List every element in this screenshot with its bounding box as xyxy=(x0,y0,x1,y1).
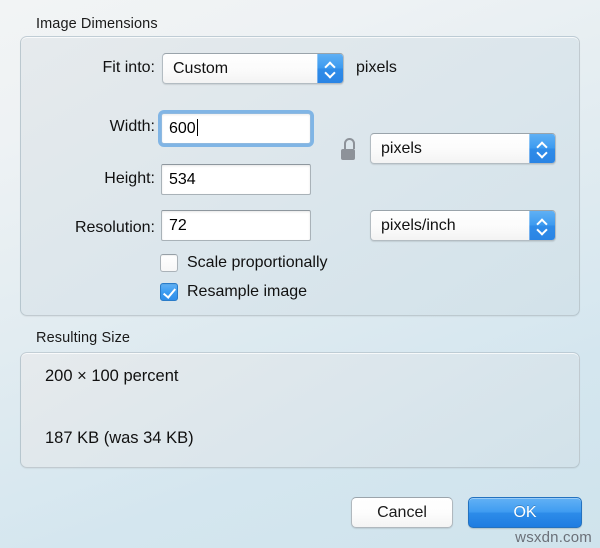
chevron-down-icon xyxy=(537,227,548,233)
padlock-shackle xyxy=(344,138,355,149)
resolution-label: Resolution: xyxy=(74,219,155,236)
height-label: Height: xyxy=(104,170,155,187)
fit-into-select[interactable]: Custom xyxy=(162,53,344,84)
width-input-value: 600 xyxy=(169,120,196,137)
resulting-percent-text: 200 × 100 percent xyxy=(45,367,179,385)
resolution-unit-stepper-arrows[interactable] xyxy=(529,211,555,240)
chevron-down-icon xyxy=(325,70,336,76)
size-unit-selected-value: pixels xyxy=(381,140,422,157)
resolution-input[interactable]: 72 xyxy=(161,210,311,241)
scale-proportionally-checkbox-row[interactable]: Scale proportionally xyxy=(160,254,328,272)
scale-proportionally-checkbox[interactable] xyxy=(160,254,178,272)
resolution-input-value: 72 xyxy=(169,217,187,234)
width-input[interactable]: 600 xyxy=(161,113,311,144)
fit-into-stepper-arrows[interactable] xyxy=(317,54,343,83)
height-input-value: 534 xyxy=(169,171,196,188)
chevron-up-icon xyxy=(325,62,336,68)
scale-proportionally-label: Scale proportionally xyxy=(187,254,328,271)
image-dimensions-dialog: Image Dimensions Fit into: Custom pixels… xyxy=(0,0,600,548)
size-unit-select[interactable]: pixels xyxy=(370,133,556,164)
fit-into-unit-text: pixels xyxy=(356,59,397,76)
unlocked-padlock-icon[interactable] xyxy=(339,138,357,160)
resolution-unit-selected-value: pixels/inch xyxy=(381,217,456,234)
chevron-up-icon xyxy=(537,142,548,148)
resample-image-checkbox[interactable] xyxy=(160,283,178,301)
resulting-size-group-title: Resulting Size xyxy=(36,330,131,346)
fit-into-label: Fit into: xyxy=(102,59,155,76)
fit-into-selected-value: Custom xyxy=(173,60,229,77)
image-dimensions-group-title: Image Dimensions xyxy=(36,16,158,32)
chevron-down-icon xyxy=(537,150,548,156)
cancel-button[interactable]: Cancel xyxy=(351,497,453,528)
resulting-filesize-text: 187 KB (was 34 KB) xyxy=(45,429,194,447)
width-label: Width: xyxy=(109,118,155,135)
resample-image-checkbox-row[interactable]: Resample image xyxy=(160,283,307,301)
watermark-text: wsxdn.com xyxy=(515,529,592,546)
size-unit-stepper-arrows[interactable] xyxy=(529,134,555,163)
padlock-body xyxy=(341,149,355,160)
resolution-unit-select[interactable]: pixels/inch xyxy=(370,210,556,241)
ok-button[interactable]: OK xyxy=(468,497,582,528)
resample-image-label: Resample image xyxy=(187,283,308,300)
chevron-up-icon xyxy=(537,219,548,225)
text-caret xyxy=(196,119,198,136)
height-input[interactable]: 534 xyxy=(161,164,311,195)
